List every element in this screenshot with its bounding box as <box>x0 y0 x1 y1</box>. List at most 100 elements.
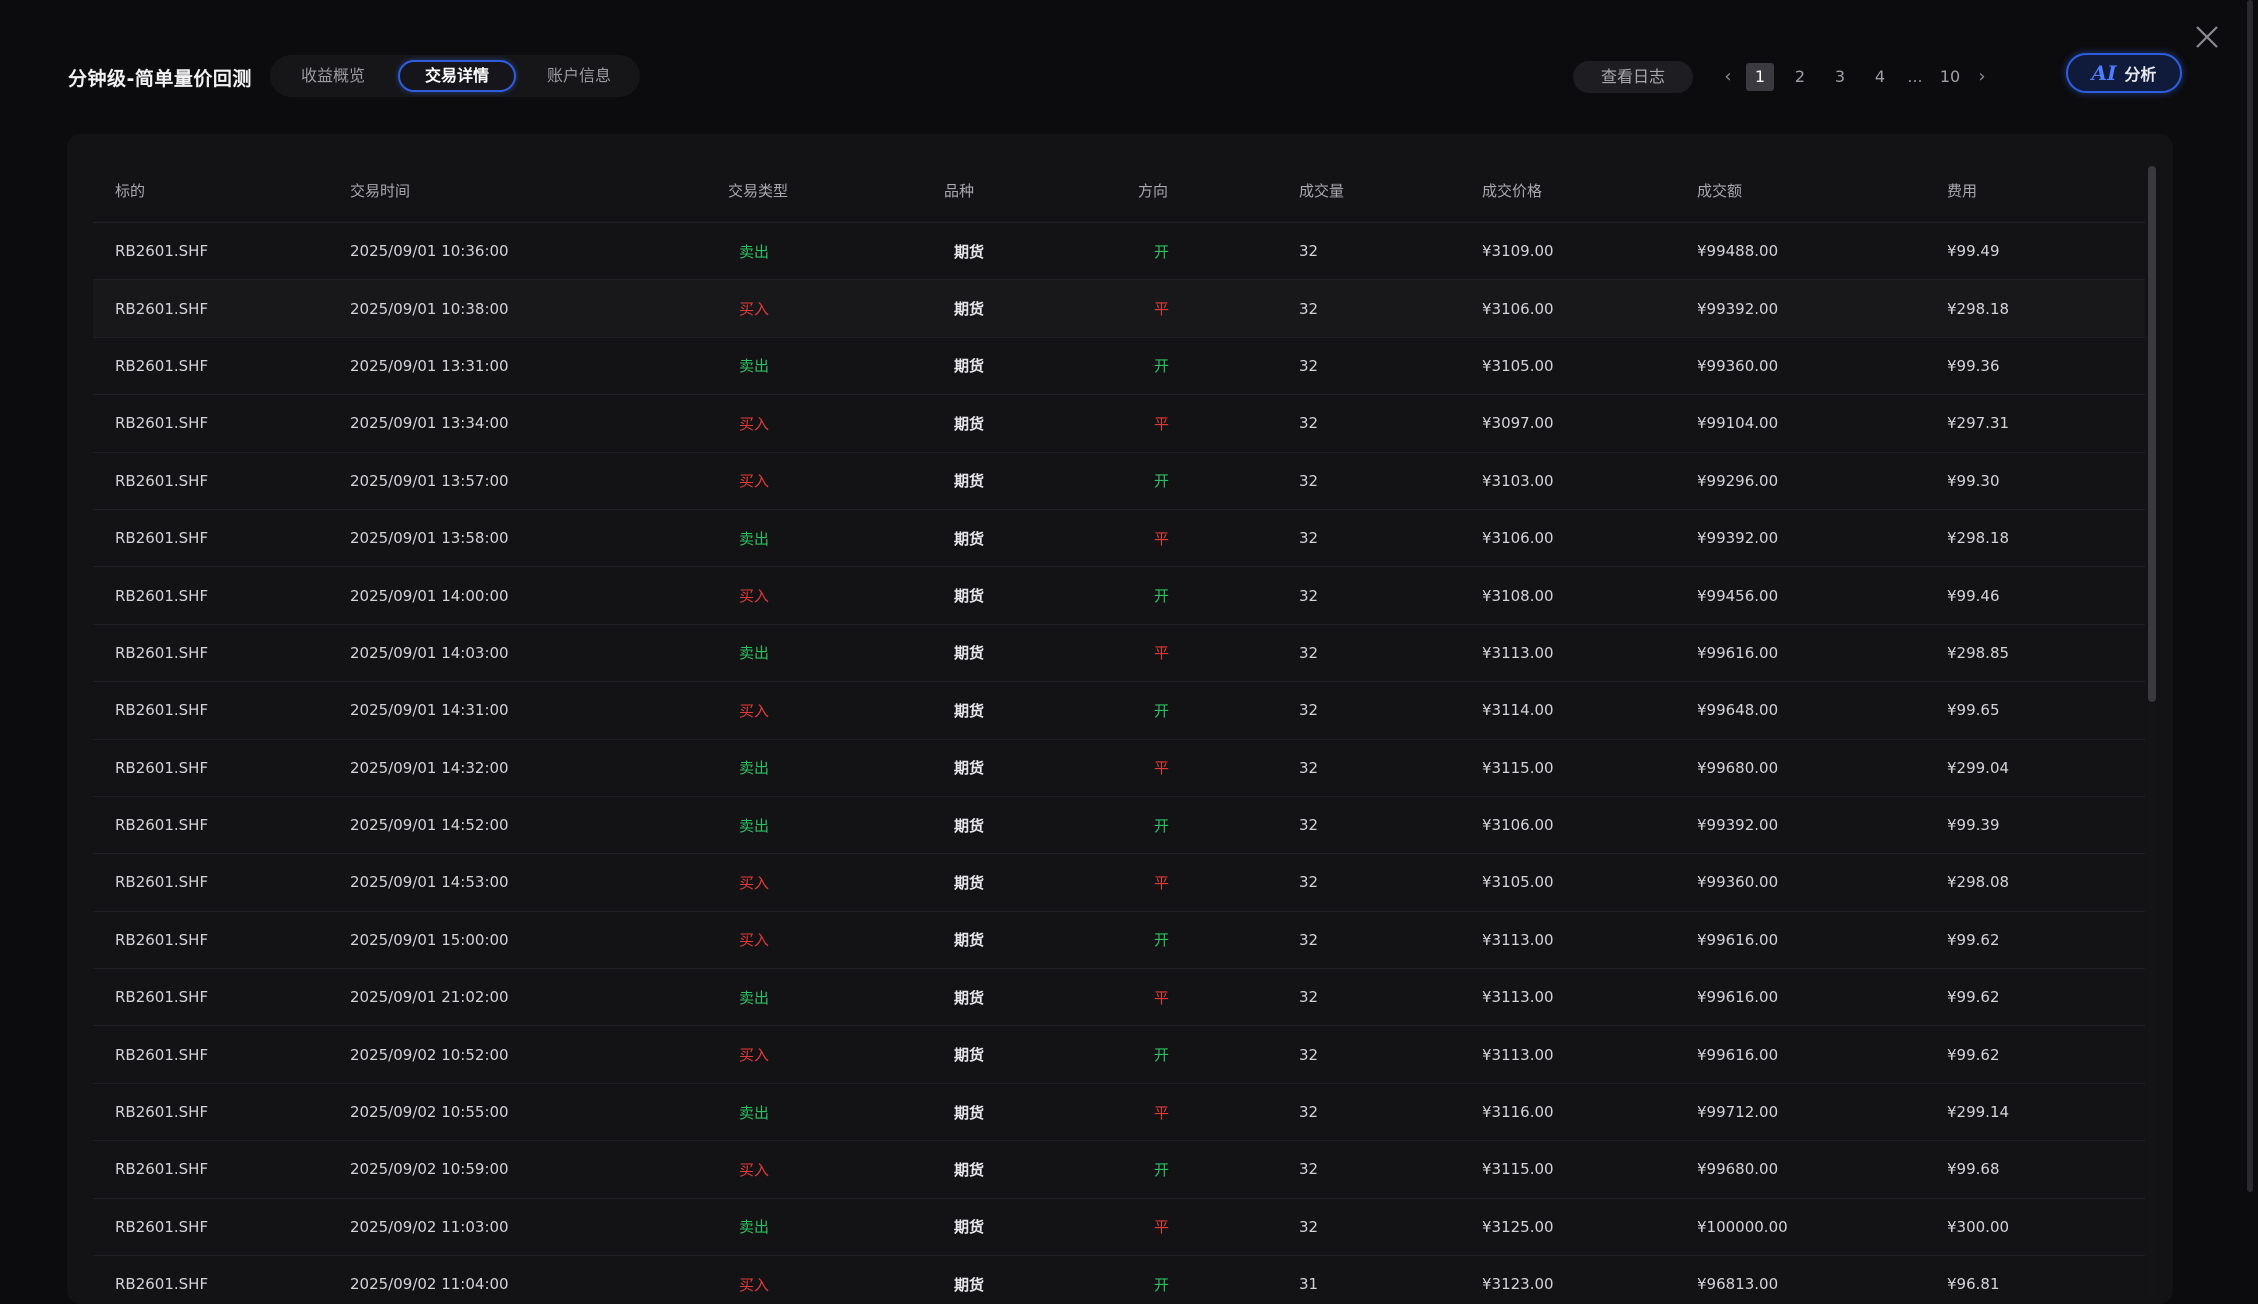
volume-cell: 32 <box>1299 853 1482 912</box>
direction-cell: 平 <box>1138 624 1299 683</box>
symbol-cell: RB2601.SHF <box>93 222 350 281</box>
backtest-modal: 分钟级-简单量价回测 收益概览 交易详情 账户信息 查看日志 ‹ 1 2 3 4… <box>0 0 2258 1304</box>
trade-type-cell: 买入 <box>728 681 944 740</box>
next-page-icon[interactable]: › <box>1970 63 1994 91</box>
page-10-button[interactable]: 10 <box>1930 63 1970 91</box>
table-row: RB2601.SHF 2025/09/01 21:02:00 卖出 期货平 32 ¥311… <box>93 968 2145 1027</box>
amount-cell: ¥99712.00 <box>1697 1083 1947 1142</box>
amount-cell: ¥99488.00 <box>1697 222 1947 281</box>
direction-cell: 平 <box>1138 279 1299 338</box>
fee-cell: ¥96.81 <box>1947 1255 2145 1304</box>
volume-cell: 32 <box>1299 566 1482 625</box>
column-header-time: 交易时间 <box>350 158 728 223</box>
fee-cell: ¥99.65 <box>1947 681 2145 740</box>
page-scrollbar[interactable] <box>2247 0 2253 1192</box>
category-cell: 期货 <box>944 853 1138 912</box>
table-scrollbar-thumb[interactable] <box>2148 166 2156 702</box>
direction-cell: 平 <box>1138 968 1299 1027</box>
table-row: RB2601.SHF 2025/09/02 10:59:00 买入 期货开 32 ¥311… <box>93 1140 2145 1199</box>
direction-cell: 开 <box>1138 566 1299 625</box>
volume-cell: 32 <box>1299 681 1482 740</box>
tab-overview[interactable]: 收益概览 <box>278 60 388 92</box>
symbol-cell: RB2601.SHF <box>93 1083 350 1142</box>
column-header-category: 品种 <box>944 158 1138 223</box>
table-row: RB2601.SHF 2025/09/01 14:53:00 买入 期货平 32 ¥310… <box>93 853 2145 912</box>
page-4-button[interactable]: 4 <box>1860 63 1900 91</box>
price-cell: ¥3106.00 <box>1482 279 1697 338</box>
price-cell: ¥3113.00 <box>1482 1025 1697 1084</box>
amount-cell: ¥99296.00 <box>1697 452 1947 510</box>
amount-cell: ¥99456.00 <box>1697 566 1947 625</box>
trade-type-cell: 买入 <box>728 1025 944 1084</box>
direction-cell: 开 <box>1138 1025 1299 1084</box>
ai-analysis-label: 分析 <box>2124 65 2157 84</box>
price-cell: ¥3125.00 <box>1482 1198 1697 1257</box>
symbol-cell: RB2601.SHF <box>93 911 350 970</box>
table-header-row: 标的 交易时间 交易类型 品种 方向 成交量 成交价格 成交额 费用 <box>93 158 2145 223</box>
category-cell: 期货 <box>944 911 1138 970</box>
price-cell: ¥3108.00 <box>1482 566 1697 625</box>
fee-cell: ¥298.18 <box>1947 279 2145 338</box>
volume-cell: 32 <box>1299 1140 1482 1199</box>
direction-cell: 开 <box>1138 337 1299 396</box>
page-1-button[interactable]: 1 <box>1746 63 1774 91</box>
trade-type-cell: 买入 <box>728 853 944 912</box>
symbol-cell: RB2601.SHF <box>93 796 350 855</box>
table-row: RB2601.SHF 2025/09/01 10:36:00 卖出 期货开 32 ¥310… <box>93 222 2145 281</box>
trade-type-cell: 买入 <box>728 394 944 453</box>
amount-cell: ¥99392.00 <box>1697 796 1947 855</box>
direction-cell: 平 <box>1138 1198 1299 1257</box>
column-header-amount: 成交额 <box>1697 158 1947 223</box>
price-cell: ¥3113.00 <box>1482 911 1697 970</box>
trade-type-cell: 卖出 <box>728 222 944 281</box>
amount-cell: ¥99648.00 <box>1697 681 1947 740</box>
volume-cell: 32 <box>1299 1025 1482 1084</box>
symbol-cell: RB2601.SHF <box>93 279 350 338</box>
fee-cell: ¥299.04 <box>1947 739 2145 797</box>
table-row: RB2601.SHF 2025/09/01 14:31:00 买入 期货开 32 ¥311… <box>93 681 2145 740</box>
price-cell: ¥3105.00 <box>1482 853 1697 912</box>
table-row: RB2601.SHF 2025/09/02 10:52:00 买入 期货开 32 ¥311… <box>93 1025 2145 1084</box>
volume-cell: 32 <box>1299 452 1482 510</box>
trade-type-cell: 卖出 <box>728 337 944 396</box>
close-icon[interactable] <box>2192 22 2222 52</box>
fee-cell: ¥298.18 <box>1947 509 2145 568</box>
price-cell: ¥3115.00 <box>1482 1140 1697 1199</box>
symbol-cell: RB2601.SHF <box>93 681 350 740</box>
symbol-cell: RB2601.SHF <box>93 1140 350 1199</box>
prev-page-icon[interactable]: ‹ <box>1716 63 1740 91</box>
page-3-button[interactable]: 3 <box>1820 63 1860 91</box>
view-log-button[interactable]: 查看日志 <box>1573 61 1693 93</box>
time-cell: 2025/09/01 14:03:00 <box>350 624 728 683</box>
price-cell: ¥3103.00 <box>1482 452 1697 510</box>
page-2-button[interactable]: 2 <box>1780 63 1820 91</box>
trade-type-cell: 买入 <box>728 1140 944 1199</box>
amount-cell: ¥99680.00 <box>1697 739 1947 797</box>
time-cell: 2025/09/01 21:02:00 <box>350 968 728 1027</box>
category-cell: 期货 <box>944 279 1138 338</box>
fee-cell: ¥99.62 <box>1947 968 2145 1027</box>
fee-cell: ¥99.30 <box>1947 452 2145 510</box>
tab-trade-details[interactable]: 交易详情 <box>398 60 516 92</box>
ai-analysis-button[interactable]: AI 分析 <box>2066 53 2182 93</box>
fee-cell: ¥99.36 <box>1947 337 2145 396</box>
price-cell: ¥3123.00 <box>1482 1255 1697 1304</box>
time-cell: 2025/09/01 15:00:00 <box>350 911 728 970</box>
tab-account-info[interactable]: 账户信息 <box>524 60 634 92</box>
trade-type-cell: 卖出 <box>728 968 944 1027</box>
amount-cell: ¥99392.00 <box>1697 509 1947 568</box>
amount-cell: ¥99616.00 <box>1697 624 1947 683</box>
ai-icon: AI <box>2091 61 2117 85</box>
table-row: RB2601.SHF 2025/09/01 13:34:00 买入 期货平 32 ¥309… <box>93 394 2145 453</box>
direction-cell: 开 <box>1138 452 1299 510</box>
time-cell: 2025/09/02 10:59:00 <box>350 1140 728 1199</box>
direction-cell: 开 <box>1138 796 1299 855</box>
fee-cell: ¥99.68 <box>1947 1140 2145 1199</box>
table-row: RB2601.SHF 2025/09/01 13:31:00 卖出 期货开 32 ¥310… <box>93 337 2145 396</box>
column-header-volume: 成交量 <box>1299 158 1482 223</box>
table-row: RB2601.SHF 2025/09/01 14:00:00 买入 期货开 32 ¥310… <box>93 566 2145 625</box>
time-cell: 2025/09/01 14:31:00 <box>350 681 728 740</box>
trade-table-body: RB2601.SHF 2025/09/01 10:36:00 卖出 期货开 32 ¥310… <box>93 222 2145 1304</box>
volume-cell: 32 <box>1299 624 1482 683</box>
time-cell: 2025/09/01 14:52:00 <box>350 796 728 855</box>
